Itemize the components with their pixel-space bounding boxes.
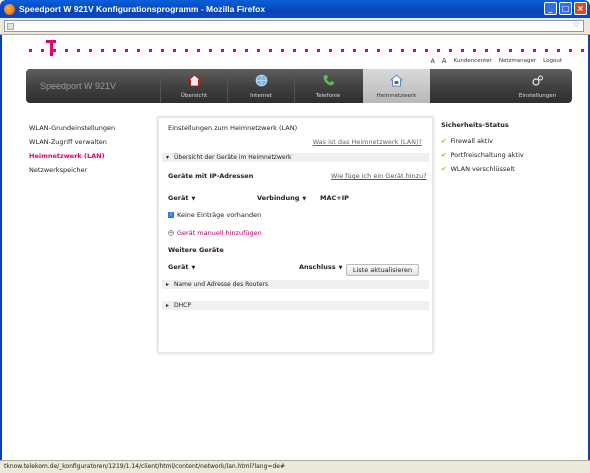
- overview-section-header[interactable]: ▾ Übersicht der Geräte im Heimnetzwerk: [162, 153, 429, 162]
- ip-devices-title: Geräte mit IP-Adressen: [168, 172, 254, 180]
- dhcp-section-header[interactable]: ▸ DHCP: [162, 301, 429, 310]
- subnav-item-wlan-grundeinstellungen[interactable]: WLAN-Grundeinstellungen: [29, 121, 115, 135]
- status-item-firewall: ✔ Firewall aktiv: [441, 134, 524, 148]
- add-device-label: Gerät manuell hinzufügen: [177, 229, 262, 237]
- status-item-portforwarding: ✔ Portfreischaltung aktiv: [441, 148, 524, 162]
- window-title: Speedport W 921V Konfigurationsprogramm …: [19, 4, 266, 14]
- add-device-help-link[interactable]: Wie füge ich ein Gerät hinzu?: [331, 172, 427, 180]
- tab-einstellungen[interactable]: Einstellungen: [504, 69, 571, 103]
- status-text: Portfreischaltung aktiv: [450, 151, 524, 159]
- netzmanager-link[interactable]: Netzmanager: [499, 58, 536, 64]
- status-text: WLAN verschlüsselt: [450, 165, 515, 173]
- add-device-manually-link[interactable]: + Gerät manuell hinzufügen: [168, 229, 262, 237]
- kundencenter-link[interactable]: Kundencenter: [454, 58, 492, 64]
- security-status-title: Sicherheits-Status: [441, 121, 509, 129]
- address-bar[interactable]: ☆: [4, 20, 584, 32]
- telekom-logo: [46, 40, 56, 56]
- tab-uebersicht[interactable]: Übersicht: [160, 69, 227, 103]
- check-icon: ✔: [441, 151, 447, 159]
- section-title: Name und Adresse des Routers: [174, 281, 269, 288]
- bookmark-star-icon[interactable]: ☆: [572, 20, 580, 30]
- no-entries-text: Keine Einträge vorhanden: [177, 211, 262, 219]
- status-item-wlan: ✔ WLAN verschlüsselt: [441, 162, 524, 176]
- window-titlebar: Speedport W 921V Konfigurationsprogramm …: [0, 0, 590, 18]
- tab-internet[interactable]: Internet: [227, 69, 294, 103]
- sub-navigation: WLAN-Grundeinstellungen WLAN-Zugriff ver…: [29, 121, 115, 177]
- router-section-header[interactable]: ▸ Name und Adresse des Routers: [162, 280, 429, 289]
- subnav-item-netzwerkspeicher[interactable]: Netzwerkspeicher: [29, 163, 115, 177]
- maximize-button[interactable]: □: [559, 2, 572, 15]
- gears-icon: [532, 75, 543, 86]
- column-label: Anschluss: [299, 263, 336, 271]
- firefox-icon: [4, 3, 15, 15]
- column-label: Gerät: [168, 194, 189, 202]
- column-header-port[interactable]: Anschluss ▼: [299, 263, 342, 271]
- sort-caret-icon: ▼: [191, 265, 196, 271]
- info-icon: i: [168, 212, 174, 218]
- column-header-other-device[interactable]: Gerät ▼: [168, 263, 195, 271]
- help-lan-link[interactable]: Was ist das Heimnetzwerk (LAN)?: [313, 138, 422, 146]
- column-header-connection[interactable]: Verbindung ▼: [257, 194, 306, 202]
- minimize-button[interactable]: _: [544, 2, 557, 15]
- telekom-dots: [29, 49, 590, 52]
- close-button[interactable]: ×: [574, 2, 587, 15]
- tab-label: Heimnetzwerk: [376, 93, 417, 99]
- security-status: Sicherheits-Status ✔ Firewall aktiv ✔ Port…: [441, 121, 524, 176]
- sort-caret-icon: ▼: [338, 265, 343, 271]
- content-panel: Einstellungen zum Heimnetzwerk (LAN) Was…: [158, 117, 433, 353]
- sort-caret-icon: ▼: [191, 196, 196, 202]
- status-text: Firewall aktiv: [450, 137, 493, 145]
- phone-icon: [323, 75, 334, 86]
- collapsed-triangle-icon: ▸: [166, 281, 170, 288]
- favicon-icon: [7, 23, 14, 30]
- font-size-small-button[interactable]: A: [431, 58, 435, 65]
- sort-caret-icon: ▼: [302, 196, 307, 202]
- other-devices-title: Weitere Geräte: [168, 246, 224, 254]
- expanded-triangle-icon: ▾: [166, 154, 170, 161]
- page-viewport: A A Kundencenter Netzmanager Logout Spee…: [0, 35, 590, 460]
- logout-link[interactable]: Logout: [543, 58, 562, 64]
- column-header-device[interactable]: Gerät ▼: [168, 194, 195, 202]
- page-title: Einstellungen zum Heimnetzwerk (LAN): [168, 124, 298, 132]
- check-icon: ✔: [441, 165, 447, 173]
- window-controls: _ □ ×: [544, 2, 587, 15]
- home-network-icon: [390, 74, 403, 87]
- no-entries-message: i Keine Einträge vorhanden: [168, 211, 261, 219]
- subnav-item-heimnetzwerk-lan[interactable]: Heimnetzwerk (LAN): [29, 149, 115, 163]
- tab-telefonie[interactable]: Telefonie: [294, 69, 361, 103]
- house-icon: [188, 74, 201, 87]
- refresh-list-button[interactable]: Liste aktualisieren: [346, 264, 419, 276]
- plus-icon: +: [168, 230, 174, 236]
- column-header-mac-ip: MAC+IP: [320, 194, 349, 202]
- main-navigation: Speedport W 921V Übersicht Internet Tele…: [26, 69, 572, 103]
- header-links: A A Kundencenter Netzmanager Logout: [431, 57, 562, 65]
- address-bar-area: ☆: [0, 18, 590, 35]
- tab-label: Übersicht: [180, 93, 208, 99]
- globe-icon: [255, 74, 268, 87]
- subnav-item-wlan-zugriff[interactable]: WLAN-Zugriff verwalten: [29, 135, 115, 149]
- tab-label: Internet: [250, 93, 272, 99]
- section-title: DHCP: [174, 302, 191, 309]
- tab-label: Einstellungen: [518, 93, 557, 99]
- device-brand: Speedport W 921V: [40, 81, 117, 91]
- collapsed-triangle-icon: ▸: [166, 302, 170, 309]
- check-icon: ✔: [441, 137, 447, 145]
- column-label: Verbindung: [257, 194, 300, 202]
- font-size-large-button[interactable]: A: [442, 57, 447, 65]
- browser-statusbar: tknow.telekom.de/_konfiguratoren/1219/1.…: [0, 460, 590, 473]
- section-title: Übersicht der Geräte im Heimnetzwerk: [174, 154, 292, 161]
- tab-heimnetzwerk[interactable]: Heimnetzwerk: [363, 69, 430, 103]
- column-label: Gerät: [168, 263, 189, 271]
- tab-label: Telefonie: [315, 93, 341, 99]
